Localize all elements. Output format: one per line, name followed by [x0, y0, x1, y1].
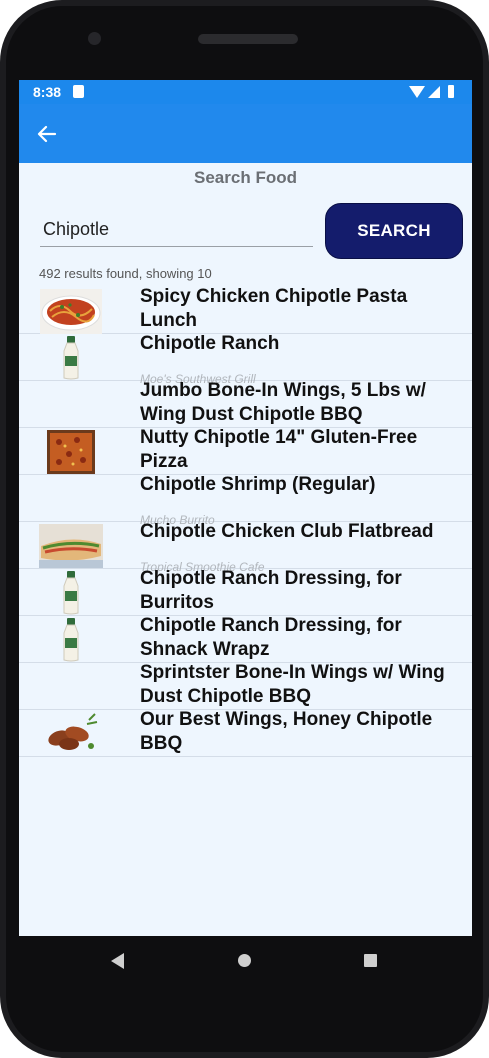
search-button[interactable]: SEARCH — [325, 203, 463, 259]
nav-home-icon[interactable] — [238, 954, 251, 967]
app-bar — [19, 104, 472, 163]
dressing-bottle-icon — [63, 571, 79, 615]
cell-signal-icon — [428, 86, 440, 98]
front-camera — [88, 32, 101, 45]
list-item[interactable]: Chipotle Chicken Club Flatbread Tropical… — [19, 521, 472, 574]
pizza-thumbnail-icon — [47, 430, 95, 474]
list-item[interactable]: Chipotle Ranch Dressing, for Burritos — [19, 568, 472, 616]
list-item[interactable]: Our Best Wings, Honey Chipotle BBQ — [19, 709, 472, 757]
item-name: Chipotle Ranch Dressing, for Burritos — [140, 568, 402, 613]
status-bar: 8:38 — [19, 80, 472, 104]
speaker-grille — [198, 34, 298, 44]
item-name: Chipotle Ranch Dressing, for Shnack Wrap… — [140, 615, 402, 660]
list-item[interactable]: Jumbo Bone-In Wings, 5 Lbs w/ Wing Dust … — [19, 380, 472, 428]
sim-card-icon — [73, 85, 84, 98]
status-time: 8:38 — [33, 84, 62, 100]
item-name: Sprintster Bone-In Wings w/ Wing Dust Ch… — [140, 662, 445, 707]
item-name: Our Best Wings, Honey Chipotle BBQ — [140, 709, 433, 754]
search-input[interactable] — [40, 213, 313, 247]
page-title: Search Food — [194, 168, 297, 187]
list-item[interactable]: Nutty Chipotle 14" Gluten-Free Pizza — [19, 427, 472, 475]
item-name: Spicy Chicken Chipotle Pasta Lunch — [140, 286, 408, 331]
item-name: Jumbo Bone-In Wings, 5 Lbs w/ Wing Dust … — [140, 380, 426, 425]
dressing-bottle-icon — [63, 618, 79, 662]
battery-icon — [448, 85, 454, 98]
flatbread-thumbnail-icon — [39, 524, 103, 568]
back-arrow-icon[interactable] — [37, 124, 57, 144]
list-item[interactable]: Spicy Chicken Chipotle Pasta Lunch — [19, 286, 472, 334]
nav-back-icon[interactable] — [111, 953, 124, 969]
pasta-thumbnail-icon — [40, 289, 102, 334]
result-count: 492 results found, showing 10 — [39, 266, 212, 281]
nav-recent-apps-icon[interactable] — [364, 954, 377, 967]
item-name: Nutty Chipotle 14" Gluten-Free Pizza — [140, 427, 418, 472]
list-item[interactable]: Sprintster Bone-In Wings w/ Wing Dust Ch… — [19, 662, 472, 710]
results-list: Spicy Chicken Chipotle Pasta Lunch Chipo… — [19, 286, 472, 757]
system-nav-bar — [19, 936, 472, 984]
dressing-bottle-icon — [63, 336, 79, 380]
list-item[interactable]: Chipotle Shrimp (Regular) Mucho Burrito — [19, 474, 472, 527]
list-item[interactable]: Chipotle Ranch Dressing, for Shnack Wrap… — [19, 615, 472, 663]
wifi-icon — [409, 86, 425, 98]
list-item[interactable]: Chipotle Ranch Moe's Southwest Grill — [19, 333, 472, 386]
wings-thumbnail-icon — [39, 712, 101, 756]
phone-frame: 8:38 Search Food SEARCH 492 results foun… — [0, 0, 489, 1058]
app-screen: 8:38 Search Food SEARCH 492 results foun… — [19, 80, 472, 936]
